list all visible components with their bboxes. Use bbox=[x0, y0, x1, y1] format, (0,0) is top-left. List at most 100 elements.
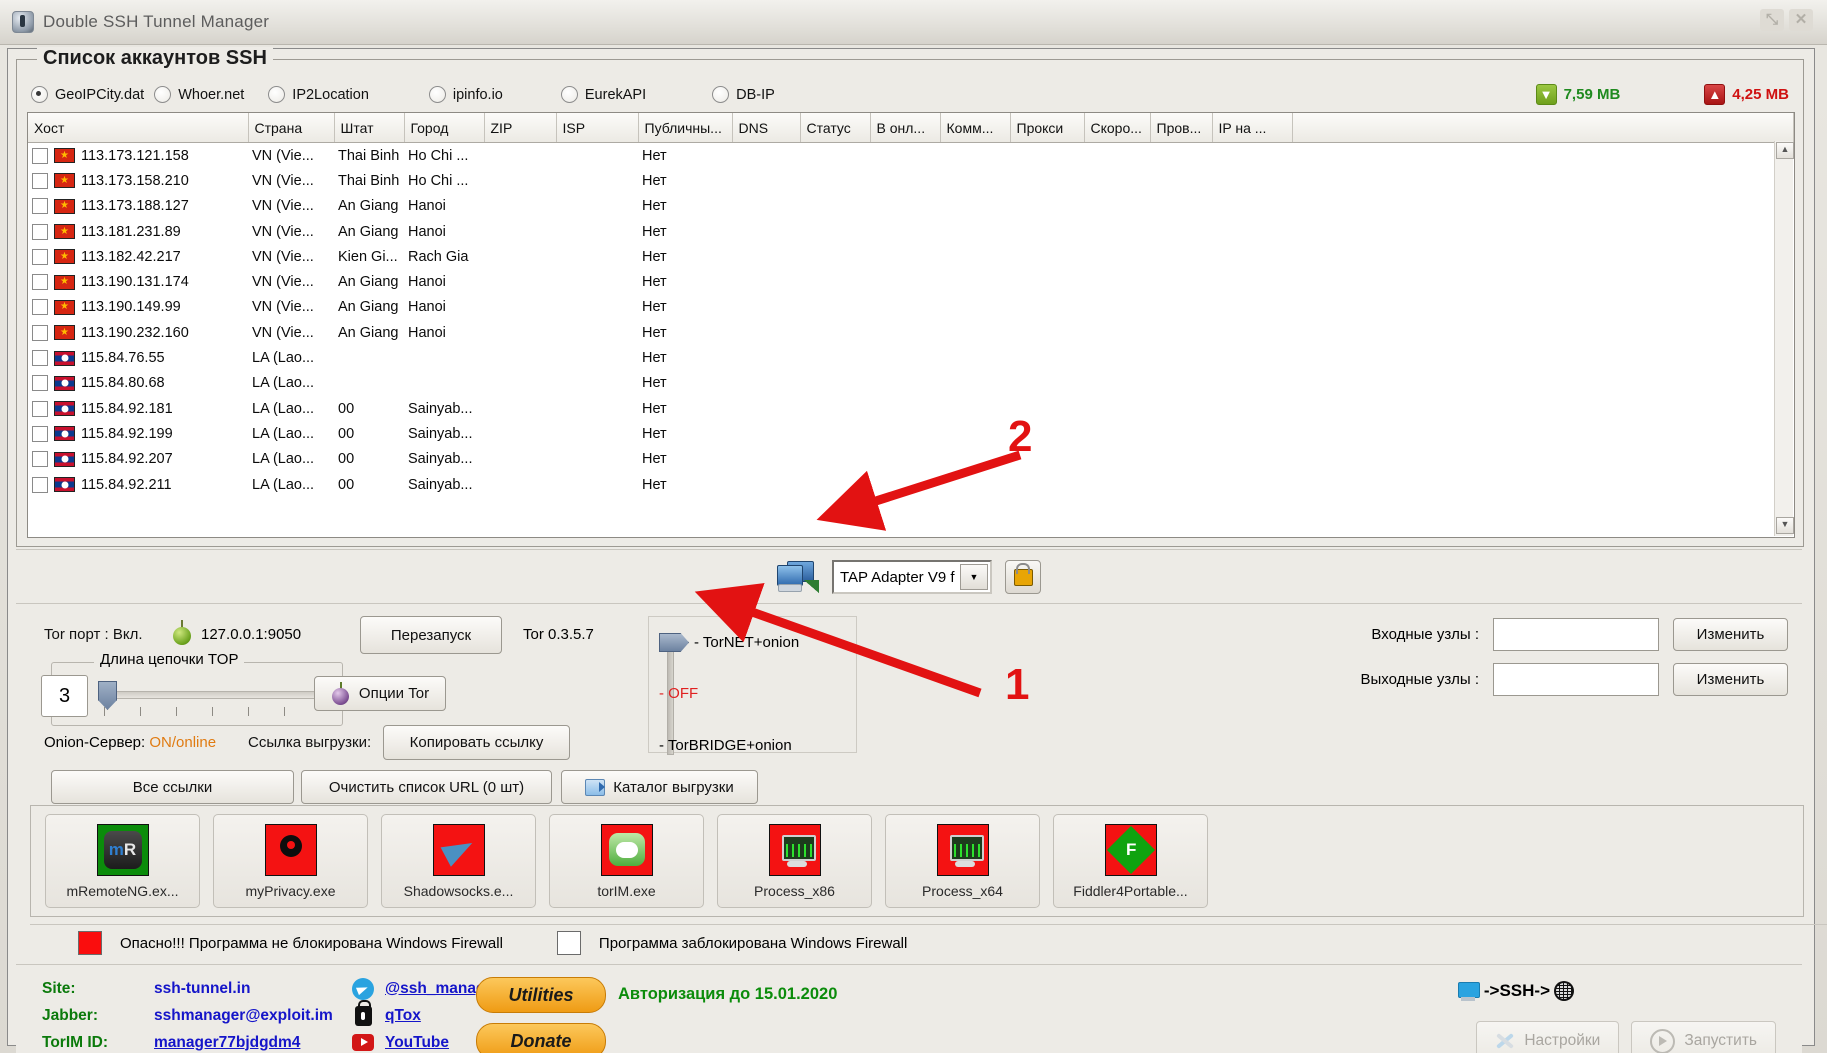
app-tile[interactable]: mRmRemoteNG.ex... bbox=[45, 814, 200, 908]
torim-value[interactable]: manager77bjdgdm4 bbox=[154, 1034, 300, 1052]
column-header-12[interactable]: Скоро... bbox=[1084, 113, 1150, 143]
table-row[interactable]: 113.173.158.210VN (Vie...Thai BinhHo Chi… bbox=[28, 168, 1794, 193]
column-header-11[interactable]: Прокси bbox=[1010, 113, 1084, 143]
column-header-6[interactable]: Публичны... bbox=[638, 113, 732, 143]
entry-nodes-edit-button[interactable]: Изменить bbox=[1673, 618, 1788, 651]
row-checkbox[interactable] bbox=[32, 274, 48, 290]
application-tiles: mRmRemoteNG.ex...myPrivacy.exeShadowsock… bbox=[30, 805, 1804, 917]
column-header-10[interactable]: Комм... bbox=[940, 113, 1010, 143]
row-checkbox[interactable] bbox=[32, 426, 48, 442]
close-button[interactable]: ✕ bbox=[1789, 9, 1813, 31]
donate-button[interactable]: Donate bbox=[476, 1023, 606, 1053]
row-checkbox[interactable] bbox=[32, 173, 48, 189]
table-row[interactable]: 115.84.80.68LA (Lao...Нет bbox=[28, 371, 1794, 396]
youtube-link[interactable]: YouTube bbox=[385, 1034, 449, 1052]
geoip-source-3[interactable]: ipinfo.io bbox=[429, 86, 503, 103]
chevron-down-icon[interactable]: ▼ bbox=[960, 564, 988, 590]
app-tile[interactable]: Process_x86 bbox=[717, 814, 872, 908]
table-row[interactable]: 113.173.121.158VN (Vie...Thai BinhHo Chi… bbox=[28, 143, 1794, 169]
clear-urls-button[interactable]: Очистить список URL (0 шт) bbox=[301, 770, 552, 804]
app-tile[interactable]: Shadowsocks.e... bbox=[381, 814, 536, 908]
exit-nodes-edit-button[interactable]: Изменить bbox=[1673, 663, 1788, 696]
radio-indicator[interactable] bbox=[31, 86, 48, 103]
radio-indicator[interactable] bbox=[712, 86, 729, 103]
upload-value: 4,25 MB bbox=[1732, 86, 1789, 103]
tor-mode-selector[interactable]: - TorNET+onion - OFF - TorBRIDGE+onion bbox=[648, 616, 857, 753]
entry-nodes-input[interactable] bbox=[1493, 618, 1659, 651]
app-tile[interactable]: myPrivacy.exe bbox=[213, 814, 368, 908]
scroll-up-button[interactable]: ▲ bbox=[1776, 142, 1794, 159]
column-header-13[interactable]: Пров... bbox=[1150, 113, 1212, 143]
row-checkbox[interactable] bbox=[32, 224, 48, 240]
qtox-row[interactable]: qTox bbox=[352, 1002, 500, 1029]
column-header-8[interactable]: Статус bbox=[800, 113, 870, 143]
table-row[interactable]: 113.190.232.160VN (Vie...An GiangHanoiНе… bbox=[28, 320, 1794, 345]
column-header-0[interactable]: Хост bbox=[28, 113, 248, 143]
restore-button[interactable]: ⤡ bbox=[1760, 9, 1784, 31]
utilities-button[interactable]: Utilities bbox=[476, 977, 606, 1013]
table-row[interactable]: 113.182.42.217VN (Vie...Kien Gi...Rach G… bbox=[28, 244, 1794, 269]
row-checkbox[interactable] bbox=[32, 477, 48, 493]
tor-restart-button[interactable]: Перезапуск bbox=[360, 616, 502, 654]
column-header-7[interactable]: DNS bbox=[732, 113, 800, 143]
table-row[interactable]: 115.84.92.207LA (Lao...00Sainyab...Нет bbox=[28, 447, 1794, 472]
app-tile[interactable]: FFiddler4Portable... bbox=[1053, 814, 1208, 908]
column-header-3[interactable]: Город bbox=[404, 113, 484, 143]
geoip-source-2[interactable]: IP2Location bbox=[268, 86, 369, 103]
exit-nodes-input[interactable] bbox=[1493, 663, 1659, 696]
geoip-source-0[interactable]: GeoIPCity.dat bbox=[31, 86, 144, 103]
radio-indicator[interactable] bbox=[429, 86, 446, 103]
adapter-select[interactable]: TAP Adapter V9 f ▼ bbox=[832, 560, 992, 594]
tor-mode-torbridge[interactable]: - TorBRIDGE+onion bbox=[659, 737, 792, 754]
radio-indicator[interactable] bbox=[561, 86, 578, 103]
settings-button[interactable]: Настройки bbox=[1476, 1021, 1619, 1053]
row-checkbox[interactable] bbox=[32, 350, 48, 366]
tor-mode-tornet[interactable]: - TorNET+onion bbox=[659, 633, 799, 652]
site-value[interactable]: ssh-tunnel.in bbox=[154, 980, 250, 998]
table-row[interactable]: 115.84.76.55LA (Lao...Нет bbox=[28, 345, 1794, 370]
column-header-9[interactable]: В онл... bbox=[870, 113, 940, 143]
table-row[interactable]: 115.84.92.181LA (Lao...00Sainyab...Нет bbox=[28, 396, 1794, 421]
column-header-5[interactable]: ISP bbox=[556, 113, 638, 143]
row-checkbox[interactable] bbox=[32, 148, 48, 164]
table-row[interactable]: 113.190.149.99VN (Vie...An GiangHanoiНет bbox=[28, 295, 1794, 320]
table-row[interactable]: 113.173.188.127VN (Vie...An GiangHanoiНе… bbox=[28, 194, 1794, 219]
app-tile[interactable]: torIM.exe bbox=[549, 814, 704, 908]
tor-mode-off[interactable]: - OFF bbox=[659, 685, 698, 702]
row-checkbox[interactable] bbox=[32, 299, 48, 315]
geoip-source-5[interactable]: DB-IP bbox=[712, 86, 775, 103]
column-header-2[interactable]: Штат bbox=[334, 113, 404, 143]
tor-chain-slider[interactable] bbox=[104, 691, 321, 699]
geoip-source-4[interactable]: EurekAPI bbox=[561, 86, 646, 103]
tor-mode-handle-icon[interactable] bbox=[659, 633, 689, 652]
row-checkbox[interactable] bbox=[32, 401, 48, 417]
row-checkbox[interactable] bbox=[32, 375, 48, 391]
jabber-value[interactable]: sshmanager@exploit.im bbox=[154, 1007, 333, 1025]
column-header-4[interactable]: ZIP bbox=[484, 113, 556, 143]
upload-catalog-button[interactable]: Каталог выгрузки bbox=[561, 770, 758, 804]
ssh-accounts-table[interactable]: ХостСтранаШтатГородZIPISPПубличны...DNSС… bbox=[27, 112, 1795, 538]
row-checkbox[interactable] bbox=[32, 198, 48, 214]
table-row[interactable]: 113.190.131.174VN (Vie...An GiangHanoiНе… bbox=[28, 269, 1794, 294]
table-row[interactable]: 113.181.231.89VN (Vie...An GiangHanoiНет bbox=[28, 219, 1794, 244]
column-header-14[interactable]: IP на ... bbox=[1212, 113, 1292, 143]
row-checkbox[interactable] bbox=[32, 451, 48, 467]
table-vertical-scrollbar[interactable]: ▲ ▼ bbox=[1774, 141, 1793, 536]
radio-indicator[interactable] bbox=[268, 86, 285, 103]
row-checkbox[interactable] bbox=[32, 249, 48, 265]
qtox-link[interactable]: qTox bbox=[385, 1007, 421, 1025]
table-row[interactable]: 115.84.92.211LA (Lao...00Sainyab...Нет bbox=[28, 472, 1794, 497]
copy-link-button[interactable]: Копировать ссылку bbox=[383, 725, 570, 760]
geoip-source-1[interactable]: Whoer.net bbox=[154, 86, 244, 103]
tor-options-button[interactable]: Опции Tor bbox=[314, 676, 446, 711]
scroll-down-button[interactable]: ▼ bbox=[1776, 517, 1794, 534]
row-checkbox[interactable] bbox=[32, 325, 48, 341]
unlock-button[interactable] bbox=[1005, 560, 1041, 594]
table-row[interactable]: 115.84.92.199LA (Lao...00Sainyab...Нет bbox=[28, 421, 1794, 446]
radio-indicator[interactable] bbox=[154, 86, 171, 103]
tor-chain-slider-thumb[interactable] bbox=[98, 681, 117, 710]
start-button[interactable]: Запустить bbox=[1631, 1021, 1776, 1053]
app-tile[interactable]: Process_x64 bbox=[885, 814, 1040, 908]
column-header-1[interactable]: Страна bbox=[248, 113, 334, 143]
all-links-button[interactable]: Все ссылки bbox=[51, 770, 294, 804]
